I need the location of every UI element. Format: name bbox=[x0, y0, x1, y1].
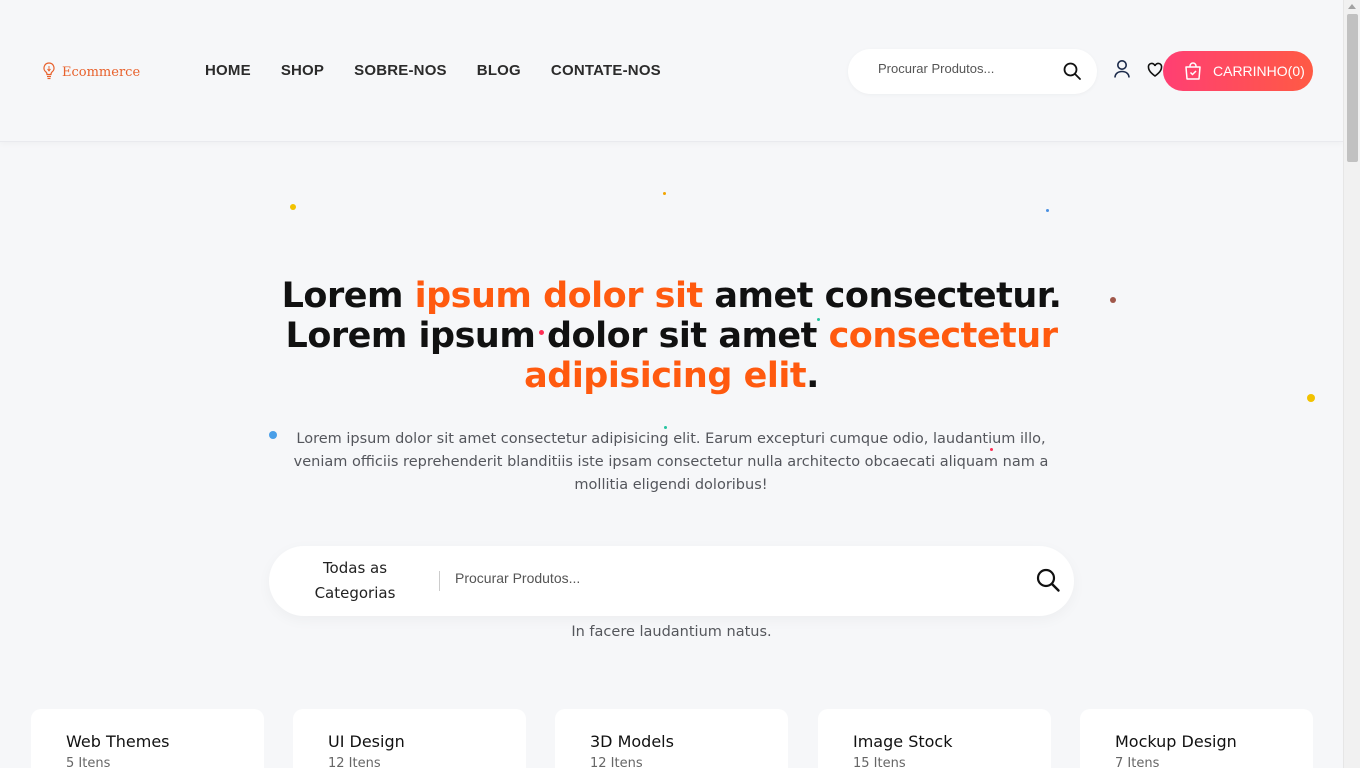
hero-text: Lorem bbox=[281, 276, 415, 316]
shopping-bag-icon bbox=[1185, 62, 1201, 80]
main-nav: HOME SHOP SOBRE-NOS BLOG CONTATE-NOS bbox=[205, 62, 661, 79]
category-title: Mockup Design bbox=[1115, 732, 1237, 751]
category-count: 7 Itens bbox=[1115, 756, 1160, 768]
nav-shop[interactable]: SHOP bbox=[281, 62, 324, 79]
brand-logo[interactable]: Ecommerce bbox=[42, 61, 140, 83]
category-title: UI Design bbox=[328, 732, 405, 751]
decor-dot bbox=[1046, 209, 1049, 212]
category-count: 15 Itens bbox=[853, 756, 906, 768]
search-icon[interactable] bbox=[1062, 61, 1082, 81]
hero-title: Lorem ipsum dolor sit amet consectetur. L… bbox=[200, 276, 1143, 396]
page-scrollbar[interactable] bbox=[1343, 0, 1360, 768]
decor-dot bbox=[663, 192, 666, 195]
category-title: 3D Models bbox=[590, 732, 674, 751]
lightbulb-icon bbox=[43, 62, 55, 80]
category-card-3d-models[interactable]: 3D Models 12 Itens bbox=[555, 709, 788, 768]
category-count: 5 Itens bbox=[66, 756, 111, 768]
hero-text: . bbox=[806, 356, 819, 396]
category-card-ui-design[interactable]: UI Design 12 Itens bbox=[293, 709, 526, 768]
category-count: 12 Itens bbox=[590, 756, 643, 768]
scroll-up-arrow-icon[interactable] bbox=[1348, 4, 1356, 9]
header-search-input[interactable] bbox=[878, 61, 1048, 76]
category-title: Image Stock bbox=[853, 732, 953, 751]
brand-name: Ecommerce bbox=[62, 64, 141, 80]
decor-dot bbox=[1307, 394, 1315, 402]
nav-blog[interactable]: BLOG bbox=[477, 62, 521, 79]
category-card-mockup-design[interactable]: Mockup Design 7 Itens bbox=[1080, 709, 1313, 768]
hero-text: amet consectetur. bbox=[702, 276, 1062, 316]
category-card-web-themes[interactable]: Web Themes 5 Itens bbox=[31, 709, 264, 768]
user-icon[interactable] bbox=[1113, 59, 1131, 79]
search-icon[interactable] bbox=[1035, 567, 1061, 593]
cart-button[interactable]: CARRINHO(0) bbox=[1163, 51, 1313, 91]
product-search-input[interactable] bbox=[455, 570, 975, 586]
heart-icon[interactable] bbox=[1147, 62, 1163, 78]
category-card-image-stock[interactable]: Image Stock 15 Itens bbox=[818, 709, 1051, 768]
header-search bbox=[848, 49, 1097, 94]
search-hint: In facere laudantium natus. bbox=[571, 624, 772, 640]
cart-label: CARRINHO(0) bbox=[1213, 63, 1305, 79]
site-header: Ecommerce HOME SHOP SOBRE-NOS BLOG CONTA… bbox=[0, 0, 1343, 142]
category-count: 12 Itens bbox=[328, 756, 381, 768]
hero-highlight: ipsum dolor sit bbox=[414, 276, 704, 316]
decor-dot bbox=[290, 204, 296, 210]
category-title: Web Themes bbox=[66, 732, 170, 751]
search-divider bbox=[439, 571, 440, 591]
nav-sobre-nos[interactable]: SOBRE-NOS bbox=[354, 62, 447, 79]
hero-subtitle: Lorem ipsum dolor sit amet consectetur a… bbox=[293, 431, 1049, 493]
category-select[interactable]: Todas as Categorias bbox=[299, 556, 411, 606]
product-search-bar: Todas as Categorias bbox=[269, 546, 1074, 616]
nav-contate-nos[interactable]: CONTATE-NOS bbox=[551, 62, 661, 79]
scrollbar-thumb[interactable] bbox=[1347, 14, 1358, 162]
nav-home[interactable]: HOME bbox=[205, 62, 251, 79]
hero-text: Lorem ipsum dolor sit amet bbox=[285, 316, 829, 356]
